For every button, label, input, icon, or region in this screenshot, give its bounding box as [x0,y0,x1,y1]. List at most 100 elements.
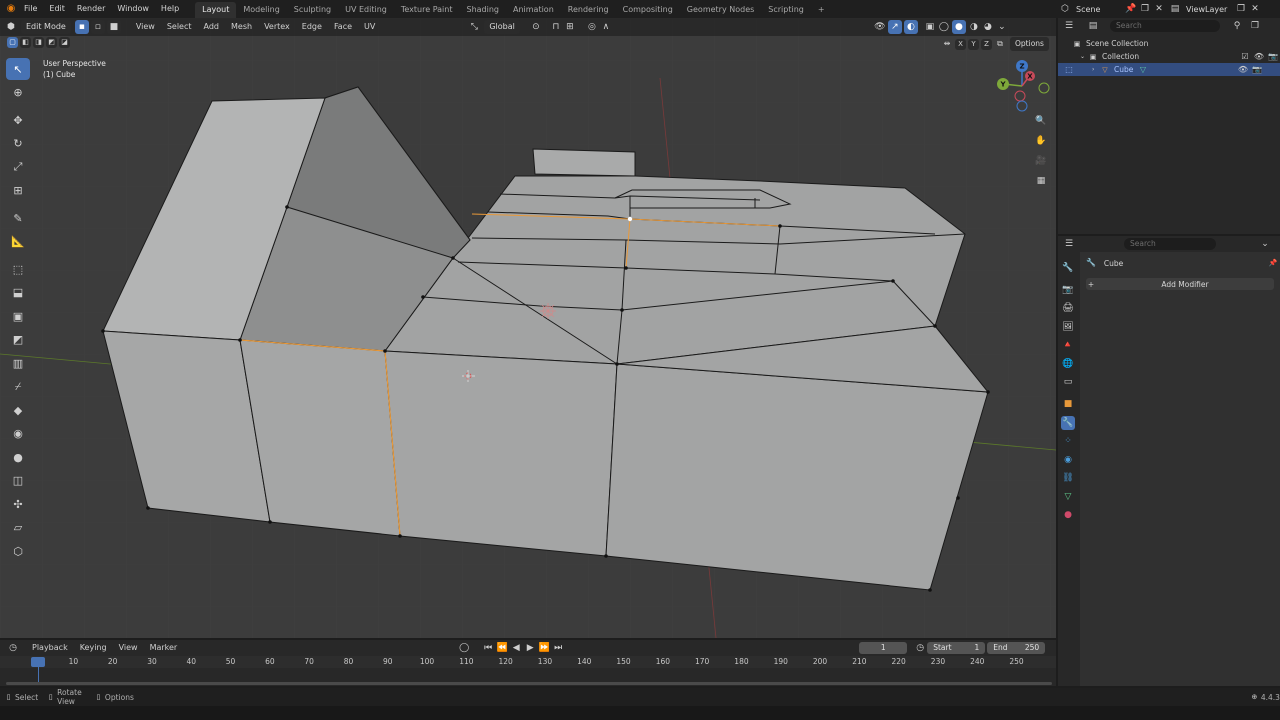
playhead[interactable] [31,657,45,667]
outliner-row-scene-collection[interactable]: ▣ Scene Collection [1058,37,1280,50]
new-scene-icon[interactable]: ❐ [1138,2,1152,16]
new-view-layer-icon[interactable]: ❐ [1234,2,1248,16]
world-tab-icon[interactable]: 🌐 [1061,357,1075,371]
menu-render[interactable]: Render [71,0,111,18]
start-frame-field[interactable]: Start 1 [927,642,986,654]
outliner-row-cube[interactable]: ⬚ › ▽ Cube ▽ 👁 📷 [1058,63,1280,76]
overlay-toggle-icon[interactable]: ◐ [903,20,918,34]
end-frame-field[interactable]: End 250 [987,642,1046,654]
editor-type-icon[interactable]: ⬢ [4,20,18,34]
current-frame-field[interactable]: 1 [859,642,908,654]
perspective-toggle-icon[interactable]: ▦ [1034,174,1048,188]
tab-modeling[interactable]: Modeling [236,2,286,18]
light-object-icon[interactable] [540,303,556,319]
mirror-icon[interactable]: ⇹ [940,37,954,51]
expand-arrow-icon[interactable]: › [1092,63,1100,76]
display-mode-icon[interactable]: ▤ [1086,19,1100,33]
auto-keying-icon[interactable]: ◯ [457,641,471,655]
mode-dropdown[interactable]: Edit Mode [21,20,71,34]
marker-menu[interactable]: Marker [144,639,184,657]
zoom-icon[interactable]: 🔍 [1034,114,1048,128]
tab-rendering[interactable]: Rendering [561,2,616,18]
select-extend-icon[interactable]: ◧ [20,37,31,48]
render-tab-icon[interactable]: 📷 [1061,283,1075,297]
snap-icon[interactable]: ⊓ [549,20,563,34]
rip-region-tool-icon[interactable]: ⬡ [6,540,30,562]
rendered-shading-icon[interactable]: ◕ [981,20,995,34]
properties-editor-icon[interactable]: ☰ [1062,237,1076,251]
3d-viewport[interactable]: Z Y X ⬢ Edit Mode ▪ ▫ ■ View Select Add … [0,18,1056,638]
particles-tab-icon[interactable]: ⁘ [1061,434,1075,448]
transform-orientation-icon[interactable]: ⤡ [467,20,481,34]
select-invert-icon[interactable]: ◩ [46,37,57,48]
transform-tool-icon[interactable]: ⊞ [6,180,30,202]
scene-tab-icon[interactable]: 🔺 [1061,338,1075,352]
orientation-dropdown[interactable]: Global [484,20,520,34]
timeline-scrollbar[interactable] [6,682,1052,685]
pan-hand-icon[interactable]: ✋ [1034,134,1048,148]
options-dropdown[interactable]: Options [1010,37,1049,51]
proportional-edit-icon[interactable]: ◎ [585,20,599,34]
tab-shading[interactable]: Shading [459,2,506,18]
inset-faces-tool-icon[interactable]: ▣ [6,305,30,327]
tab-scripting[interactable]: Scripting [761,2,811,18]
material-shading-icon[interactable]: ◑ [967,20,981,34]
shear-tool-icon[interactable]: ▱ [6,517,30,539]
menu-file[interactable]: File [18,0,43,18]
face-select-icon[interactable]: ■ [106,20,121,34]
select-intersect-icon[interactable]: ◪ [59,37,70,48]
shrink-fatten-tool-icon[interactable]: ✣ [6,493,30,515]
jump-start-icon[interactable]: ⏮ [481,641,495,655]
xray-toggle-icon[interactable]: ▣ [923,20,937,34]
timeline-editor-icon[interactable]: ◷ [6,641,20,655]
edit-mode-icon[interactable]: ⬚ [1062,63,1076,77]
tool-tab-icon[interactable]: 🔧 [1061,261,1075,275]
timeline-ruler[interactable]: 1102030405060708090100110120130140150160… [0,656,1056,686]
outliner-row-collection[interactable]: ⌄ ▣ Collection ☑ 👁 📷 [1058,50,1280,63]
annotate-tool-icon[interactable]: ✎ [6,207,30,229]
spin-tool-icon[interactable]: ◉ [6,423,30,445]
menu-mesh[interactable]: Mesh [225,18,258,36]
gizmo-toggle-icon[interactable]: ↗ [887,20,902,34]
play-reverse-icon[interactable]: ◀ [509,641,523,655]
scene-name[interactable]: Scene [1072,5,1124,14]
add-cube-tool-icon[interactable]: ⬚ [6,258,30,280]
new-collection-icon[interactable]: ❐ [1248,19,1262,33]
pivot-point-icon[interactable]: ⊙ [529,20,543,34]
tab-uv-editing[interactable]: UV Editing [338,2,394,18]
menu-edge[interactable]: Edge [296,18,328,36]
output-tab-icon[interactable]: 🖨 [1061,301,1075,315]
render-camera-icon[interactable]: 📷 [1250,63,1264,77]
smooth-tool-icon[interactable]: ● [6,446,30,468]
move-tool-icon[interactable]: ✥ [6,109,30,131]
object-tab-icon[interactable]: ■ [1061,397,1075,411]
modifier-tab-icon[interactable]: 🔧 [1061,415,1075,430]
expand-arrow-icon[interactable]: ⌄ [1080,50,1088,63]
hide-eye-icon[interactable]: 👁 [1252,50,1266,64]
edge-select-icon[interactable]: ▫ [90,20,105,34]
menu-select[interactable]: Select [161,18,198,36]
menu-vertex[interactable]: Vertex [258,18,296,36]
poly-build-tool-icon[interactable]: ◆ [6,399,30,421]
select-box-tool-icon[interactable]: ↖ [6,58,30,80]
panel-options-icon[interactable]: ⌄ [1258,237,1272,251]
delete-view-layer-icon[interactable]: ✕ [1248,2,1262,16]
knife-tool-icon[interactable]: ⌿ [6,376,30,398]
mirror-x-toggle[interactable]: X [955,38,966,50]
data-tab-icon[interactable]: ▽ [1061,490,1075,504]
mirror-y-toggle[interactable]: Y [968,38,979,50]
pin-icon[interactable]: 📌 [1266,256,1280,270]
tab-texture-paint[interactable]: Texture Paint [394,2,460,18]
extrude-region-tool-icon[interactable]: ⬓ [6,282,30,304]
camera-view-icon[interactable]: 🎥 [1034,154,1048,168]
menu-view[interactable]: View [130,18,161,36]
play-icon[interactable]: ▶ [523,641,537,655]
cursor-tool-icon[interactable]: ⊕ [6,82,30,104]
falloff-icon[interactable]: ∧ [599,20,613,34]
select-new-icon[interactable]: ▢ [7,37,18,48]
view-layer-icon[interactable]: ▤ [1168,2,1182,16]
wireframe-shading-icon[interactable]: ◯ [937,20,951,34]
outliner-search-input[interactable]: Search [1110,20,1220,32]
add-workspace-icon[interactable]: + [811,2,832,18]
collection-tab-icon[interactable]: ▭ [1061,375,1075,389]
